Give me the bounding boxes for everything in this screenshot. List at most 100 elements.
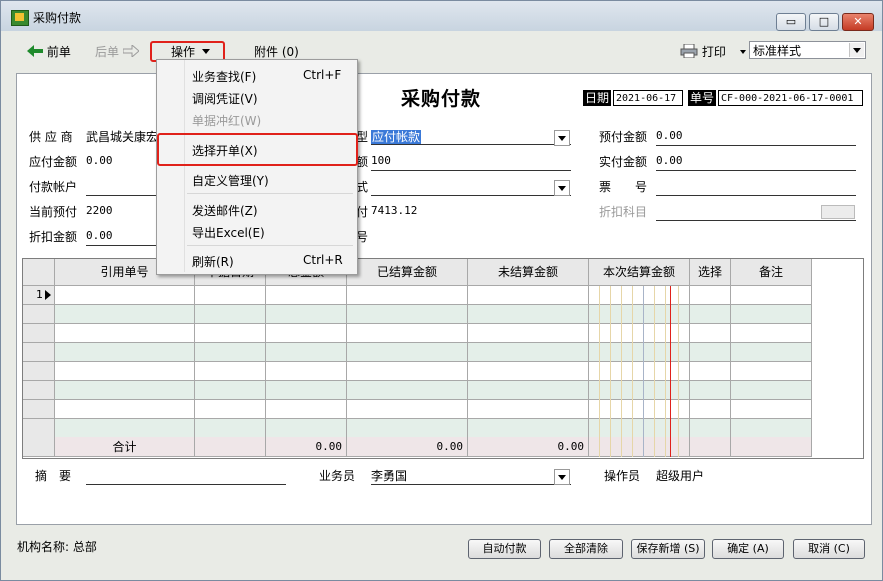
table-cell[interactable] — [731, 381, 812, 400]
table-cell[interactable] — [468, 381, 589, 400]
row-header[interactable] — [23, 381, 55, 400]
table-cell[interactable] — [589, 419, 690, 438]
col-select[interactable]: 选择 — [690, 259, 731, 286]
salesman-select[interactable]: 李勇国 — [371, 467, 407, 484]
table-cell[interactable] — [195, 343, 266, 362]
table-cell[interactable] — [468, 305, 589, 324]
col-remark[interactable]: 备注 — [731, 259, 812, 286]
doc-no-field[interactable]: CF-000-2021-06-17-0001 — [718, 90, 863, 106]
table-cell[interactable] — [690, 419, 731, 438]
table-cell[interactable] — [589, 286, 690, 305]
chevron-down-icon[interactable] — [554, 469, 570, 485]
cancel-button[interactable]: 取消 (C) — [793, 539, 865, 559]
row-header[interactable] — [23, 343, 55, 362]
auto-pay-button[interactable]: 自动付款 — [468, 539, 541, 559]
table-cell[interactable] — [55, 362, 195, 381]
actual-pay-field[interactable]: 0.00 — [656, 154, 683, 167]
table-cell[interactable] — [266, 324, 347, 343]
table-cell[interactable] — [468, 324, 589, 343]
table-cell[interactable] — [468, 286, 589, 305]
col-this-settle[interactable]: 本次结算金额 — [589, 259, 690, 286]
table-cell[interactable] — [468, 419, 589, 438]
print-button[interactable]: 打印 — [680, 43, 746, 60]
supplier-field[interactable]: 武昌城关康宏 — [86, 128, 158, 145]
type-select[interactable]: 应付帐款 — [371, 128, 422, 145]
discount-field[interactable]: 0.00 — [86, 229, 113, 242]
table-cell[interactable] — [468, 343, 589, 362]
row-header[interactable] — [23, 419, 55, 438]
table-cell[interactable] — [347, 286, 468, 305]
menu-item-refresh[interactable]: 刷新(R) — [192, 253, 234, 270]
table-cell[interactable] — [347, 324, 468, 343]
print-style-select[interactable]: 标准样式 — [749, 41, 866, 59]
row-header[interactable] — [23, 362, 55, 381]
table-cell[interactable] — [468, 400, 589, 419]
prev-record-button[interactable]: 前单 — [27, 43, 71, 60]
table-cell[interactable] — [589, 400, 690, 419]
table-cell[interactable] — [347, 381, 468, 400]
next-record-button[interactable]: 后单 — [95, 43, 140, 60]
table-cell[interactable] — [195, 286, 266, 305]
table-cell[interactable] — [195, 362, 266, 381]
table-cell[interactable] — [195, 400, 266, 419]
table-cell[interactable] — [347, 362, 468, 381]
menu-item-export-excel[interactable]: 导出Excel(E) — [192, 224, 265, 241]
table-cell[interactable] — [690, 343, 731, 362]
row-header[interactable] — [23, 324, 55, 343]
chevron-down-icon[interactable] — [554, 180, 570, 196]
prepaid-field[interactable]: 0.00 — [656, 129, 683, 142]
table-cell[interactable] — [690, 362, 731, 381]
table-cell[interactable] — [55, 400, 195, 419]
table-cell[interactable] — [347, 343, 468, 362]
table-cell[interactable] — [690, 286, 731, 305]
table-cell[interactable] — [731, 419, 812, 438]
table-cell[interactable] — [195, 324, 266, 343]
attachments-button[interactable]: 附件 (0) — [254, 43, 299, 60]
close-button[interactable]: ✕ — [842, 13, 874, 31]
clear-all-button[interactable]: 全部清除 — [549, 539, 623, 559]
table-cell[interactable] — [347, 305, 468, 324]
table-cell[interactable] — [589, 362, 690, 381]
table-cell[interactable] — [468, 362, 589, 381]
table-cell[interactable] — [266, 362, 347, 381]
col-settled[interactable]: 已结算金额 — [347, 259, 468, 286]
menu-item-red-reversal[interactable]: 单据冲红(W) — [192, 112, 261, 129]
menu-item-send-mail[interactable]: 发送邮件(Z) — [192, 202, 258, 219]
menu-item-find[interactable]: 业务查找(F) — [192, 68, 256, 85]
table-cell[interactable] — [55, 381, 195, 400]
chevron-down-icon[interactable] — [554, 130, 570, 146]
table-cell[interactable] — [55, 305, 195, 324]
payable-field[interactable]: 0.00 — [86, 154, 113, 167]
table-cell[interactable] — [266, 381, 347, 400]
menu-item-view-voucher[interactable]: 调阅凭证(V) — [192, 90, 258, 107]
table-cell[interactable] — [266, 305, 347, 324]
menu-item-custom-manage[interactable]: 自定义管理(Y) — [192, 172, 269, 189]
minimize-button[interactable]: ▭ — [776, 13, 806, 31]
table-cell[interactable] — [347, 400, 468, 419]
col-unsettled[interactable]: 未结算金额 — [468, 259, 589, 286]
table-cell[interactable] — [690, 400, 731, 419]
table-cell[interactable] — [266, 419, 347, 438]
date-field[interactable]: 2021-06-17 — [613, 90, 683, 106]
table-cell[interactable] — [690, 381, 731, 400]
table-cell[interactable] — [731, 324, 812, 343]
table-cell[interactable] — [266, 343, 347, 362]
maximize-button[interactable]: □ — [809, 13, 839, 31]
amount-field[interactable]: 100 — [371, 154, 391, 167]
row-header[interactable] — [23, 400, 55, 419]
table-cell[interactable] — [690, 324, 731, 343]
table-cell[interactable] — [55, 324, 195, 343]
table-cell[interactable] — [266, 400, 347, 419]
table-cell[interactable] — [195, 419, 266, 438]
table-cell[interactable] — [731, 400, 812, 419]
discount-subject-dropdown[interactable] — [821, 205, 855, 219]
table-cell[interactable] — [195, 305, 266, 324]
table-cell[interactable] — [589, 324, 690, 343]
row-header[interactable]: 1 — [23, 286, 55, 305]
table-cell[interactable] — [589, 381, 690, 400]
table-cell[interactable] — [731, 343, 812, 362]
table-cell[interactable] — [266, 286, 347, 305]
row-header[interactable] — [23, 305, 55, 324]
table-cell[interactable] — [731, 305, 812, 324]
save-new-button[interactable]: 保存新增 (S) — [631, 539, 705, 559]
